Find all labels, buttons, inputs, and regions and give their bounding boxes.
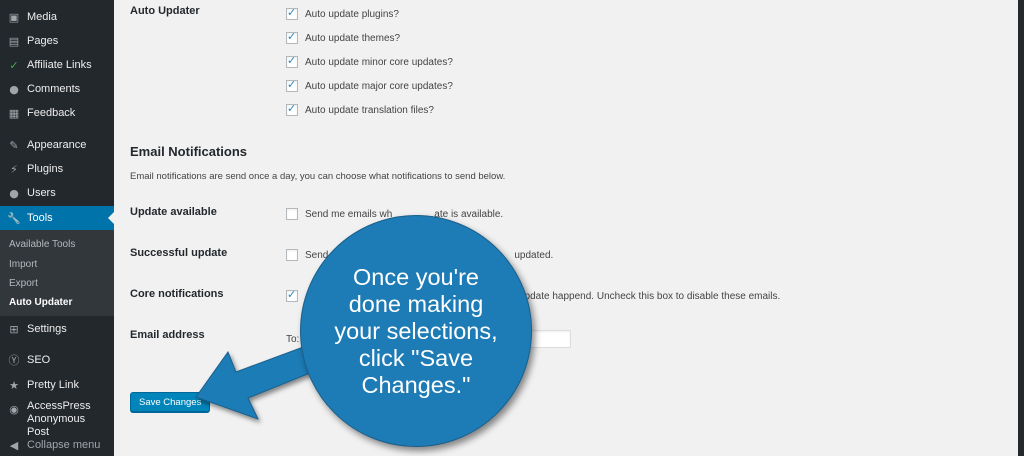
accesspress-icon: ◉ (9, 402, 19, 416)
sidebar-item-seo[interactable]: Ⓨ SEO (0, 348, 114, 372)
core-notifications-label: Core notifications (130, 288, 224, 300)
checkbox[interactable] (286, 78, 298, 92)
users-icon: ● (9, 186, 19, 200)
tools-icon: 🔧 (7, 211, 21, 225)
sidebar-item-label: Tools (27, 212, 53, 224)
sidebar-item-affiliate-links[interactable]: ✓ Affiliate Links (0, 53, 114, 77)
media-icon: ▣ (8, 10, 20, 24)
sidebar-item-label: Feedback (27, 107, 76, 119)
collapse-menu-button[interactable]: ◀ Collapse menu (0, 434, 114, 456)
sidebar-item-label: SEO (27, 354, 51, 366)
auto-updater-label: Auto Updater (130, 5, 200, 17)
admin-sidebar: ▣ Media ▤ Pages ✓ Affiliate Links ● Comm… (0, 0, 114, 456)
seo-icon: Ⓨ (8, 354, 20, 367)
sidebar-item-label: Pages (27, 35, 59, 47)
sidebar-item-label: Pretty Link (27, 379, 79, 391)
sidebar-item-label: Media (27, 11, 57, 23)
email-notifications-title: Email Notifications (130, 144, 248, 159)
checkbox[interactable] (286, 208, 298, 220)
settings-content: Auto Updater Auto update plugins? Auto u… (114, 0, 1018, 456)
sidebar-item-appearance[interactable]: ✎ Appearance (0, 133, 114, 157)
checkbox[interactable] (286, 102, 298, 116)
submenu-item-available-tools[interactable]: Available Tools (9, 239, 75, 250)
sidebar-item-comments[interactable]: ● Comments (0, 77, 114, 101)
checkbox[interactable] (286, 288, 298, 302)
option-auto-update-minor-core[interactable]: Auto update minor core updates? (286, 54, 453, 68)
option-auto-update-plugins[interactable]: Auto update plugins? (286, 6, 399, 20)
email-to-label: To: (286, 333, 300, 345)
sidebar-item-plugins[interactable]: ⚡ Plugins (0, 157, 114, 181)
callout-bubble: Once you're done making your selections,… (300, 215, 532, 447)
comments-icon: ● (9, 82, 19, 96)
checkbox[interactable] (286, 6, 298, 20)
sidebar-item-tools[interactable]: 🔧 Tools (0, 206, 114, 230)
sidebar-item-label: Collapse menu (27, 439, 101, 451)
window-frame-edge (1018, 0, 1024, 456)
successful-update-label: Successful update (130, 247, 228, 259)
sidebar-item-label: Settings (27, 323, 67, 335)
submenu-item-export[interactable]: Export (9, 278, 38, 289)
sidebar-item-label: Appearance (27, 139, 87, 151)
sidebar-item-settings[interactable]: ⊞ Settings (0, 317, 114, 341)
sidebar-item-accesspress[interactable]: ◉ AccessPress Anonymous Post (0, 400, 114, 438)
email-notifications-description: Email notifications are send once a day,… (130, 171, 506, 182)
pages-icon: ▤ (8, 34, 20, 48)
sidebar-item-pretty-link[interactable]: ★ Pretty Link (0, 373, 114, 397)
tools-submenu: Available Tools Import Export Auto Updat… (0, 230, 114, 316)
sidebar-item-media[interactable]: ▣ Media (0, 5, 114, 29)
option-label: Auto update plugins? (305, 8, 399, 20)
plugins-icon: ⚡ (10, 162, 18, 176)
feedback-icon: ▦ (8, 106, 20, 120)
option-label-tail: update happend. Uncheck this box to disa… (519, 290, 781, 302)
sidebar-item-label: Plugins (27, 163, 64, 175)
option-label: Send me emails wh (305, 208, 393, 220)
sidebar-item-feedback[interactable]: ▦ Feedback (0, 101, 114, 125)
callout-text: Once you're done making your selections,… (334, 263, 498, 398)
sidebar-item-users[interactable]: ● Users (0, 181, 114, 205)
submenu-item-auto-updater[interactable]: Auto Updater (9, 297, 72, 308)
checkbox[interactable] (286, 30, 298, 44)
checkbox[interactable] (286, 54, 298, 68)
option-auto-update-translation[interactable]: Auto update translation files? (286, 102, 434, 116)
option-label: Auto update themes? (305, 32, 401, 44)
option-label-tail: updated. (514, 249, 554, 261)
sidebar-item-label: Comments (27, 83, 81, 95)
email-address-label: Email address (130, 329, 205, 341)
sidebar-item-pages[interactable]: ▤ Pages (0, 29, 114, 53)
pretty-link-icon: ★ (9, 378, 19, 392)
option-auto-update-themes[interactable]: Auto update themes? (286, 30, 401, 44)
collapse-icon: ◀ (9, 438, 19, 452)
option-auto-update-major-core[interactable]: Auto update major core updates? (286, 78, 453, 92)
option-label: Auto update major core updates? (305, 80, 453, 92)
submenu-item-import[interactable]: Import (9, 259, 37, 270)
sidebar-item-label: Users (27, 187, 56, 199)
appearance-icon: ✎ (9, 138, 19, 152)
option-label: Auto update translation files? (305, 104, 434, 116)
option-label: Auto update minor core updates? (305, 56, 453, 68)
affiliate-links-icon: ✓ (9, 58, 19, 72)
update-available-label: Update available (130, 206, 217, 218)
settings-icon: ⊞ (9, 322, 19, 336)
save-changes-button[interactable]: Save Changes (130, 392, 211, 412)
checkbox[interactable] (286, 249, 298, 261)
sidebar-item-label: Affiliate Links (27, 59, 92, 71)
